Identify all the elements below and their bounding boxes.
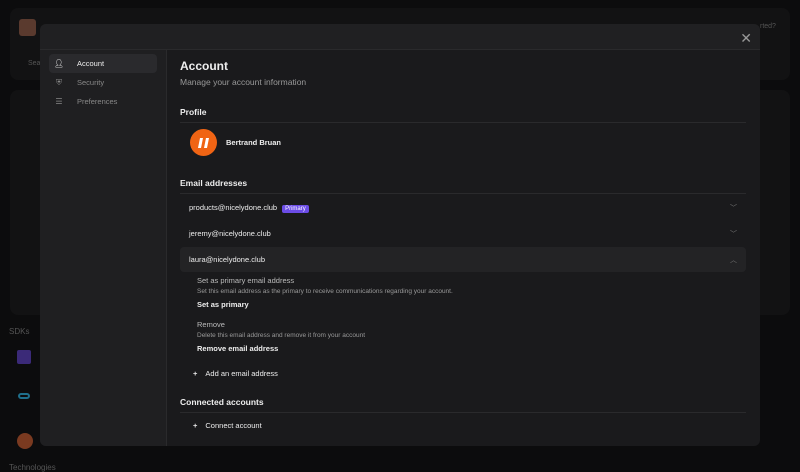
- account-content: Account Manage your account information …: [180, 50, 746, 446]
- sidebar-item-security[interactable]: ⛨ Security: [49, 73, 157, 92]
- primary-badge: Primary: [282, 205, 309, 213]
- email-row[interactable]: products@nicelydone.club Primary ﹀: [180, 195, 746, 220]
- avatar: [190, 129, 217, 156]
- remove-title: Remove: [197, 320, 225, 329]
- email-details: Set as primary email address Set this em…: [180, 272, 746, 353]
- set-primary-button[interactable]: Set as primary: [197, 300, 729, 309]
- page-subtitle: Manage your account information: [180, 77, 307, 87]
- background-help-text: rted?: [760, 23, 776, 30]
- connect-account-button[interactable]: + Connect account: [180, 415, 746, 435]
- remove-description: Delete this email address and remove it …: [197, 332, 365, 339]
- chevron-down-icon[interactable]: ﹀: [730, 203, 737, 213]
- email-heading: Email addresses: [180, 178, 746, 194]
- profile-heading: Profile: [180, 107, 746, 123]
- background-logo: [19, 19, 36, 36]
- chevron-up-icon[interactable]: ︿: [730, 255, 737, 265]
- shield-icon: ⛨: [56, 77, 62, 87]
- page-title: Account: [180, 59, 228, 73]
- email-address: products@nicelydone.club: [189, 203, 278, 212]
- profile-name: Bertrand Bruan: [226, 138, 282, 147]
- email-row[interactable]: jeremy@nicelydone.club ﹀: [180, 221, 746, 246]
- sliders-icon: ☰: [55, 97, 63, 106]
- sidebar: 👤︎ Account ⛨ Security ☰ Preferences: [40, 50, 167, 446]
- sdk-icon: [18, 393, 30, 399]
- modal-header: ✕: [40, 24, 760, 50]
- add-email-label: Add an email address: [205, 368, 278, 378]
- sidebar-item-label: Security: [77, 78, 105, 87]
- sidebar-item-account[interactable]: 👤︎ Account: [49, 54, 157, 73]
- add-email-button[interactable]: + Add an email address: [180, 363, 746, 383]
- plus-icon: +: [193, 420, 198, 430]
- set-primary-title: Set as primary email address: [197, 276, 295, 285]
- email-row[interactable]: laura@nicelydone.club ︿: [180, 247, 746, 272]
- remove-email-button[interactable]: Remove email address: [197, 344, 729, 353]
- user-icon: 👤︎: [53, 59, 65, 68]
- background-sdks-heading: SDKs: [9, 327, 30, 336]
- connect-account-label: Connect account: [205, 420, 262, 430]
- account-modal: ✕ 👤︎ Account ⛨ Security ☰ Preferences Accou…: [40, 24, 760, 446]
- set-primary-description: Set this email address as the primary to…: [197, 288, 453, 295]
- email-address: laura@nicelydone.club: [189, 255, 265, 264]
- close-icon[interactable]: ✕: [740, 30, 752, 47]
- background-search: Sea: [28, 60, 41, 67]
- dotnet-icon: [17, 350, 31, 364]
- sdk-icon: [17, 433, 33, 449]
- email-address: jeremy@nicelydone.club: [189, 229, 271, 238]
- sidebar-item-label: Preferences: [77, 97, 118, 106]
- plus-icon: +: [193, 368, 198, 378]
- profile-row[interactable]: Bertrand Bruan: [180, 123, 746, 162]
- sidebar-item-label: Account: [77, 59, 105, 68]
- chevron-down-icon[interactable]: ﹀: [730, 229, 737, 239]
- background-technologies-heading: Technologies: [9, 463, 56, 472]
- sidebar-item-preferences[interactable]: ☰ Preferences: [49, 92, 157, 111]
- connected-accounts-heading: Connected accounts: [180, 397, 746, 413]
